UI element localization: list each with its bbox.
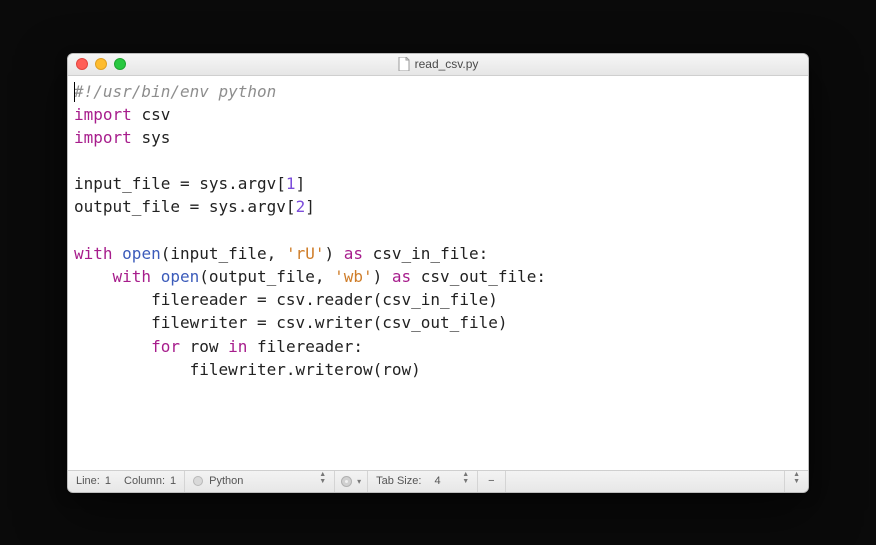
tab-size-selector[interactable]: Tab Size: 4 ▲▼: [368, 471, 478, 492]
cursor-position[interactable]: Line: 1 Column: 1: [68, 471, 185, 492]
window-title-area: read_csv.py: [68, 57, 808, 71]
wrap-toggle[interactable]: −: [478, 471, 505, 492]
traffic-lights: [76, 58, 126, 70]
tabsize-label: Tab Size:: [376, 475, 421, 487]
right-stepper[interactable]: ▲▼: [785, 471, 808, 492]
code-content: #!/usr/bin/env python import csv import …: [74, 80, 802, 381]
language-icon: [193, 476, 203, 486]
language-label: Python: [209, 475, 243, 487]
close-button[interactable]: [76, 58, 88, 70]
zoom-button[interactable]: [114, 58, 126, 70]
code-editor[interactable]: #!/usr/bin/env python import csv import …: [68, 76, 808, 470]
minimize-button[interactable]: [95, 58, 107, 70]
file-icon: [398, 57, 410, 71]
titlebar[interactable]: read_csv.py: [68, 54, 808, 76]
statusbar: Line: 1 Column: 1 Python ▲▼ ▾ Tab Size: …: [68, 470, 808, 492]
statusbar-spacer: [506, 471, 785, 492]
stepper-icon[interactable]: ▲▼: [462, 475, 469, 488]
stepper-icon[interactable]: ▲▼: [319, 475, 326, 488]
tabsize-value: 4: [434, 475, 440, 487]
minus-icon: −: [488, 475, 494, 487]
line-label: Line:: [76, 475, 100, 487]
text-cursor: [74, 82, 75, 102]
window-title: read_csv.py: [415, 57, 479, 71]
stepper-icon: ▲▼: [793, 475, 800, 488]
editor-window: read_csv.py #!/usr/bin/env python import…: [67, 53, 809, 493]
settings-button[interactable]: ▾: [335, 471, 368, 492]
gear-icon: [341, 476, 352, 487]
column-number: 1: [170, 475, 176, 487]
line-number: 1: [105, 475, 111, 487]
column-label: Column:: [124, 475, 165, 487]
syntax-selector[interactable]: Python ▲▼: [185, 471, 335, 492]
